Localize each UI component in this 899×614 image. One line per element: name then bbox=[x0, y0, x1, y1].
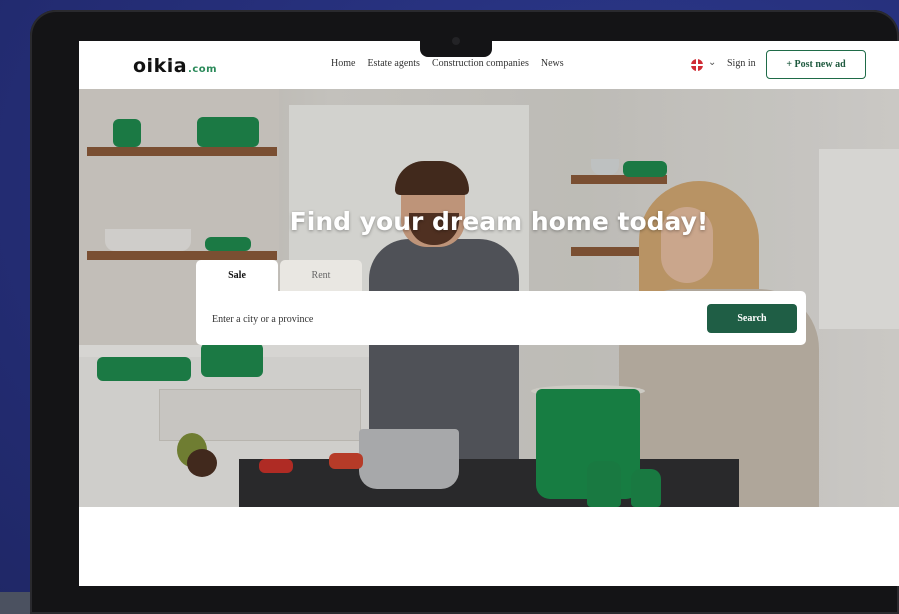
search-button[interactable]: Search bbox=[707, 304, 797, 333]
location-search-input[interactable] bbox=[210, 304, 694, 334]
tab-rent[interactable]: Rent bbox=[280, 260, 362, 291]
nav-home[interactable]: Home bbox=[331, 58, 355, 69]
uk-flag-icon[interactable] bbox=[691, 59, 703, 71]
chevron-down-icon[interactable]: ⌄ bbox=[708, 57, 716, 68]
sign-in-link[interactable]: Sign in bbox=[727, 58, 756, 69]
camera-icon bbox=[452, 37, 460, 45]
post-new-ad-button[interactable]: + Post new ad bbox=[766, 50, 866, 79]
nav-construction-companies[interactable]: Construction companies bbox=[432, 58, 529, 69]
nav-news[interactable]: News bbox=[541, 58, 564, 69]
browser-screen: oikia.com Home Estate agents Constructio… bbox=[79, 41, 899, 586]
hero-section: Find your dream home today! Sale Rent Se… bbox=[79, 89, 899, 507]
search-tabs: Sale Rent bbox=[196, 260, 362, 291]
laptop-frame: oikia.com Home Estate agents Constructio… bbox=[30, 10, 899, 614]
tab-sale[interactable]: Sale bbox=[196, 260, 278, 291]
logo-text: oikia bbox=[133, 55, 188, 77]
site-logo[interactable]: oikia.com bbox=[133, 55, 217, 77]
search-panel: Search bbox=[196, 291, 806, 345]
main-nav: Home Estate agents Construction companie… bbox=[331, 58, 564, 69]
logo-domain: .com bbox=[188, 64, 218, 75]
nav-estate-agents[interactable]: Estate agents bbox=[367, 58, 419, 69]
hero-title: Find your dream home today! bbox=[289, 207, 709, 236]
